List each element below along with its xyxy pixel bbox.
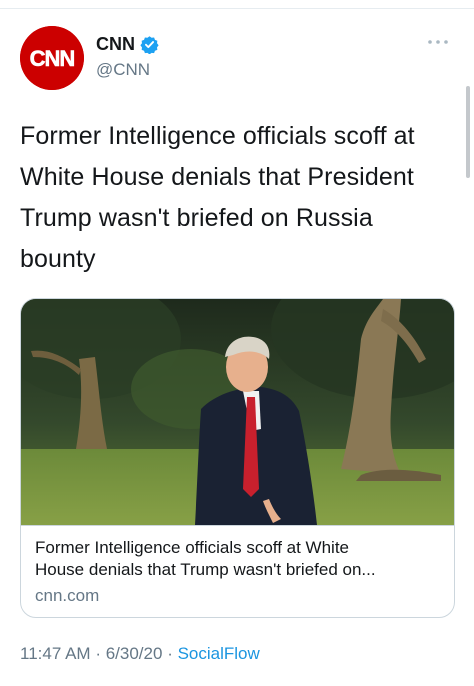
- svg-text:CNN: CNN: [30, 46, 75, 71]
- meta-separator: ·: [167, 644, 173, 663]
- card-divider: [21, 525, 454, 526]
- tweet-text-line: bounty: [20, 245, 96, 273]
- tweet-text: Former Intelligence officials scoff at W…: [20, 116, 456, 280]
- cnn-logo-icon[interactable]: CNN: [20, 26, 84, 90]
- card-title-line: Former Intelligence officials scoff at W…: [35, 538, 350, 557]
- link-preview-card[interactable]: Former Intelligence officials scoff at W…: [20, 298, 455, 618]
- top-divider: [0, 8, 474, 9]
- handle[interactable]: @CNN: [96, 60, 159, 80]
- tweet-text-line: Former Intelligence officials scoff at: [20, 122, 415, 150]
- card-image[interactable]: [21, 299, 454, 525]
- more-horizontal-icon[interactable]: [426, 34, 450, 44]
- card-domain[interactable]: cnn.com: [35, 585, 440, 607]
- name-row: CNN: [96, 32, 159, 56]
- display-name[interactable]: CNN: [96, 34, 135, 55]
- verified-badge-icon: [140, 35, 159, 54]
- author-block[interactable]: CNN @CNN: [96, 32, 159, 80]
- card-title-line: House denials that Trump wasn't briefed …: [35, 560, 376, 579]
- tweet-meta: 11:47 AM · 6/30/20 · SocialFlow: [20, 644, 260, 664]
- card-title[interactable]: Former Intelligence officials scoff at W…: [35, 537, 440, 581]
- tweet-text-line: White House denials that President: [20, 163, 414, 191]
- tweet-text-line: Trump wasn't briefed on Russia: [20, 204, 373, 232]
- source-link[interactable]: SocialFlow: [178, 644, 260, 663]
- tweet-header: CNN CNN @CNN: [20, 26, 460, 92]
- tweet-time[interactable]: 11:47 AM: [20, 644, 91, 663]
- meta-separator: ·: [95, 644, 101, 663]
- card-body[interactable]: Former Intelligence officials scoff at W…: [35, 537, 440, 607]
- tweet-date[interactable]: 6/30/20: [106, 644, 163, 663]
- scrollbar[interactable]: [466, 86, 470, 178]
